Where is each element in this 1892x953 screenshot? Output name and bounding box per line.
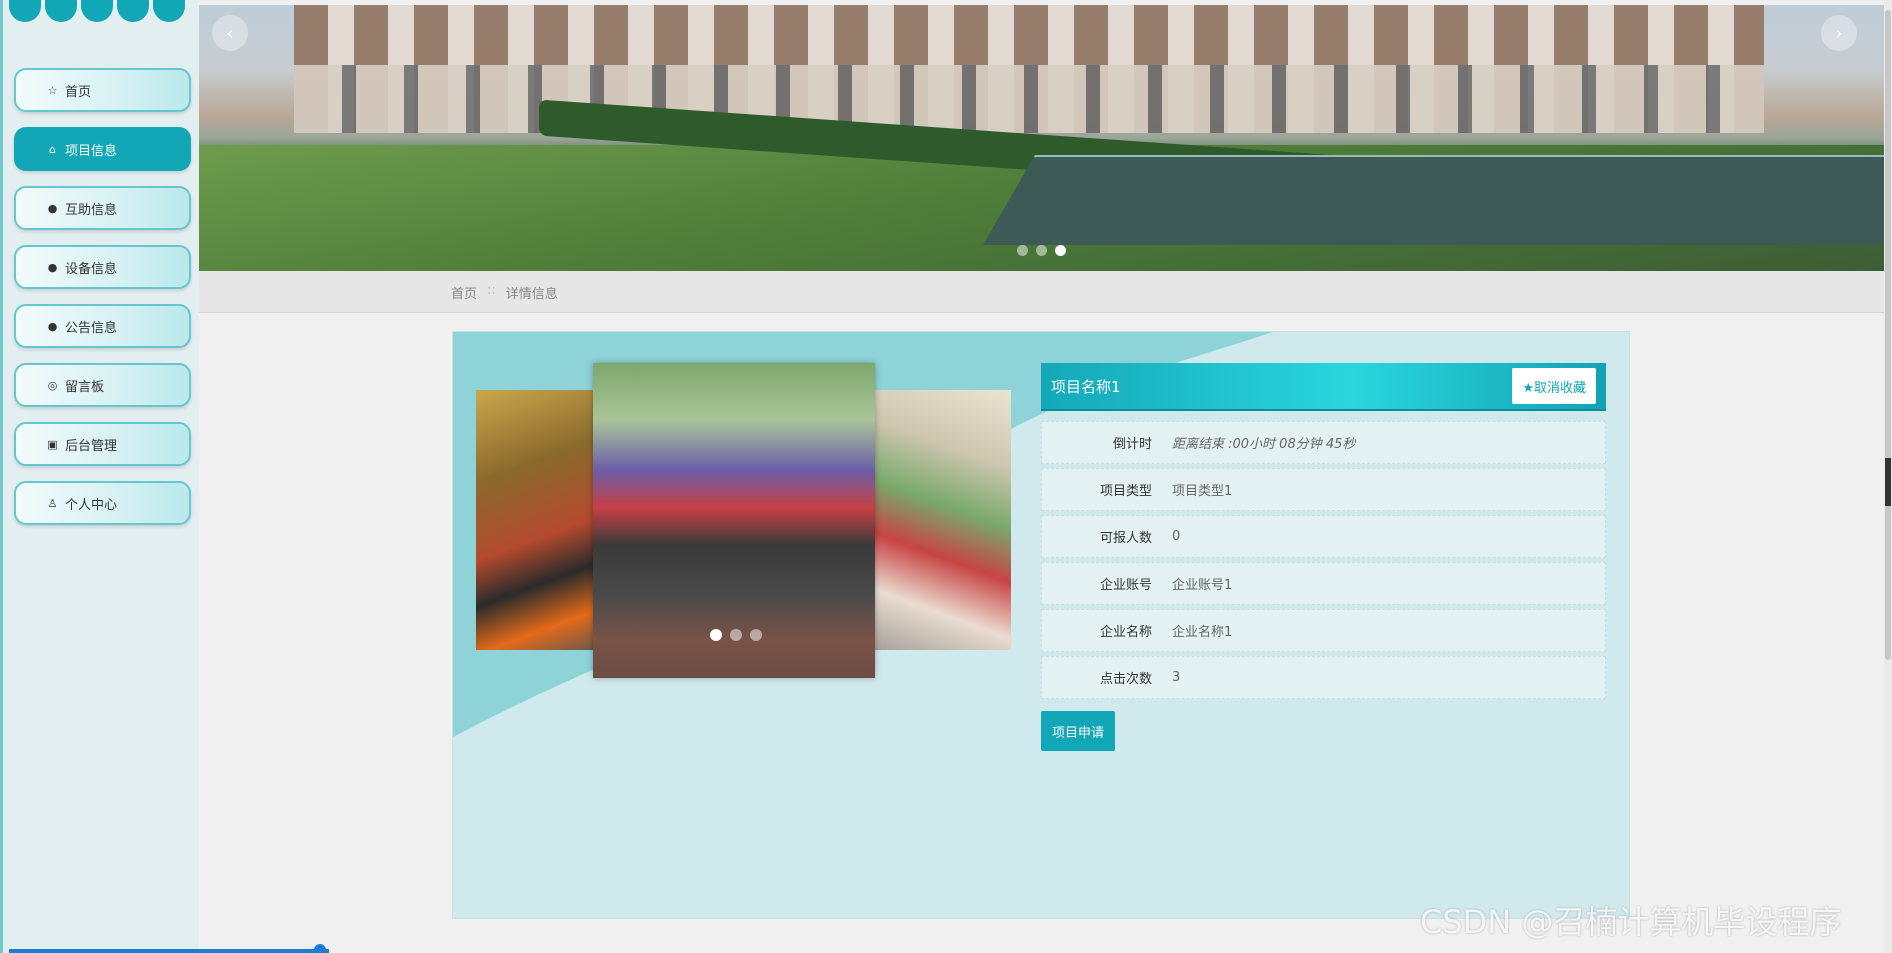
chat-icon: ◎ bbox=[47, 378, 58, 392]
breadcrumb-separator: :: bbox=[487, 283, 496, 298]
detail-row: 可报人数 0 bbox=[1041, 515, 1606, 558]
banner-carousel: ‹ › bbox=[199, 5, 1884, 271]
calendar-icon: ▣ bbox=[47, 437, 58, 451]
sidebar-item-label: 个人中心 bbox=[65, 497, 118, 513]
banner-prev-button[interactable]: ‹ bbox=[212, 15, 248, 51]
sidebar-item-label: 公告信息 bbox=[65, 320, 118, 336]
sidebar-item-5[interactable]: ◎ 留言板 bbox=[14, 363, 191, 407]
sidebar-item-6[interactable]: ▣ 后台管理 bbox=[14, 422, 191, 466]
detail-row-label: 可报人数 bbox=[1099, 531, 1152, 546]
detail-row: 企业账号 企业账号1 bbox=[1041, 562, 1606, 605]
gallery-next-image[interactable] bbox=[871, 390, 1011, 650]
apply-project-button[interactable]: 项目申请 bbox=[1041, 711, 1115, 751]
detail-title-bar: 项目名称1 ★取消收藏 bbox=[1041, 363, 1606, 411]
banner-dot[interactable] bbox=[1036, 245, 1047, 256]
detail-row-label: 企业账号 bbox=[1099, 578, 1152, 593]
scroll-handle[interactable] bbox=[314, 944, 326, 953]
breadcrumb-current: 详情信息 bbox=[505, 287, 558, 302]
sidebar-item-label: 项目信息 bbox=[65, 143, 118, 159]
detail-row-value: 0 bbox=[1172, 529, 1181, 544]
detail-row-label: 倒计时 bbox=[1112, 437, 1152, 452]
detail-row-label: 企业名称 bbox=[1099, 625, 1152, 640]
detail-info-panel: 项目名称1 ★取消收藏 倒计时 距离结束 :00小时 08分钟 45秒 项目类型 项目… bbox=[1041, 363, 1606, 751]
sidebar-nav: ☆ 首页 ⌂ 项目信息 ● 互助信息 ● 设备信息 ● 公告信息 ◎ 留言板 ▣ 后台管理 ♙ 个人中心 bbox=[14, 68, 191, 540]
gallery-dot[interactable] bbox=[750, 629, 762, 641]
vertical-scrollbar[interactable] bbox=[1884, 0, 1892, 953]
detail-row-value: 3 bbox=[1172, 670, 1181, 685]
info-circle-icon: ● bbox=[47, 319, 58, 333]
gallery-dot[interactable] bbox=[730, 629, 742, 641]
watermark: CSDN @召楠计算机毕设程序 bbox=[1420, 903, 1842, 941]
banner-dot[interactable] bbox=[1055, 245, 1066, 256]
detail-fields: 倒计时 距离结束 :00小时 08分钟 45秒项目类型 项目类型1 可报人数 0 企业账号… bbox=[1041, 421, 1606, 699]
sidebar-item-4[interactable]: ● 公告信息 bbox=[14, 304, 191, 348]
sidebar: ☆ 首页 ⌂ 项目信息 ● 互助信息 ● 设备信息 ● 公告信息 ◎ 留言板 ▣ 后台管理 ♙ 个人中心 bbox=[0, 0, 329, 953]
sidebar-item-7[interactable]: ♙ 个人中心 bbox=[14, 481, 191, 525]
detail-row: 点击次数 3 bbox=[1041, 656, 1606, 699]
sidebar-item-label: 互助信息 bbox=[65, 202, 118, 218]
detail-card: 项目名称1 ★取消收藏 倒计时 距离结束 :00小时 08分钟 45秒 项目类型 项目… bbox=[452, 331, 1630, 919]
sidebar-item-0[interactable]: ☆ 首页 bbox=[14, 68, 191, 112]
banner-pagination bbox=[1017, 245, 1066, 256]
detail-row-value: 距离结束 :00小时 08分钟 45秒 bbox=[1172, 437, 1356, 452]
sidebar-item-label: 留言板 bbox=[65, 379, 105, 395]
info-circle-icon: ● bbox=[47, 201, 58, 215]
breadcrumb: 首页 :: 详情信息 bbox=[451, 283, 558, 302]
breadcrumb-bar: 首页 :: 详情信息 bbox=[199, 271, 1884, 313]
detail-row: 倒计时 距离结束 :00小时 08分钟 45秒 bbox=[1041, 421, 1606, 464]
star-icon: ☆ bbox=[47, 83, 58, 97]
sidebar-item-2[interactable]: ● 互助信息 bbox=[14, 186, 191, 230]
banner-next-button[interactable]: › bbox=[1821, 15, 1857, 51]
bag-icon: ⌂ bbox=[49, 142, 56, 156]
detail-row-label: 项目类型 bbox=[1099, 484, 1152, 499]
cancel-favorite-button[interactable]: ★取消收藏 bbox=[1512, 368, 1596, 404]
sidebar-item-1[interactable]: ⌂ 项目信息 bbox=[14, 127, 191, 171]
gallery-dot[interactable] bbox=[710, 629, 722, 641]
sidebar-decoration bbox=[9, 0, 199, 22]
user-icon: ♙ bbox=[47, 496, 58, 510]
project-title: 项目名称1 bbox=[1051, 377, 1121, 396]
sidebar-item-label: 首页 bbox=[65, 84, 92, 100]
breadcrumb-home-link[interactable]: 首页 bbox=[451, 283, 477, 302]
page: ☆ 首页 ⌂ 项目信息 ● 互助信息 ● 设备信息 ● 公告信息 ◎ 留言板 ▣ 后台管理 ♙ 个人中心 ‹ … bbox=[0, 0, 1892, 953]
sidebar-item-label: 后台管理 bbox=[65, 438, 118, 454]
detail-row-label: 点击次数 bbox=[1099, 672, 1152, 687]
sidebar-item-label: 设备信息 bbox=[65, 261, 118, 277]
scrollbar-thumb[interactable] bbox=[1885, 10, 1891, 660]
detail-row: 企业名称 企业名称1 bbox=[1041, 609, 1606, 652]
detail-row-value: 企业名称1 bbox=[1172, 625, 1233, 640]
banner-dot[interactable] bbox=[1017, 245, 1028, 256]
detail-row: 项目类型 项目类型1 bbox=[1041, 468, 1606, 511]
gallery-pagination bbox=[595, 629, 877, 641]
horizontal-scrollbar[interactable] bbox=[9, 949, 329, 953]
question-circle-icon: ● bbox=[47, 260, 58, 274]
sidebar-item-3[interactable]: ● 设备信息 bbox=[14, 245, 191, 289]
detail-row-value: 项目类型1 bbox=[1172, 484, 1233, 499]
detail-row-value: 企业账号1 bbox=[1172, 578, 1233, 593]
